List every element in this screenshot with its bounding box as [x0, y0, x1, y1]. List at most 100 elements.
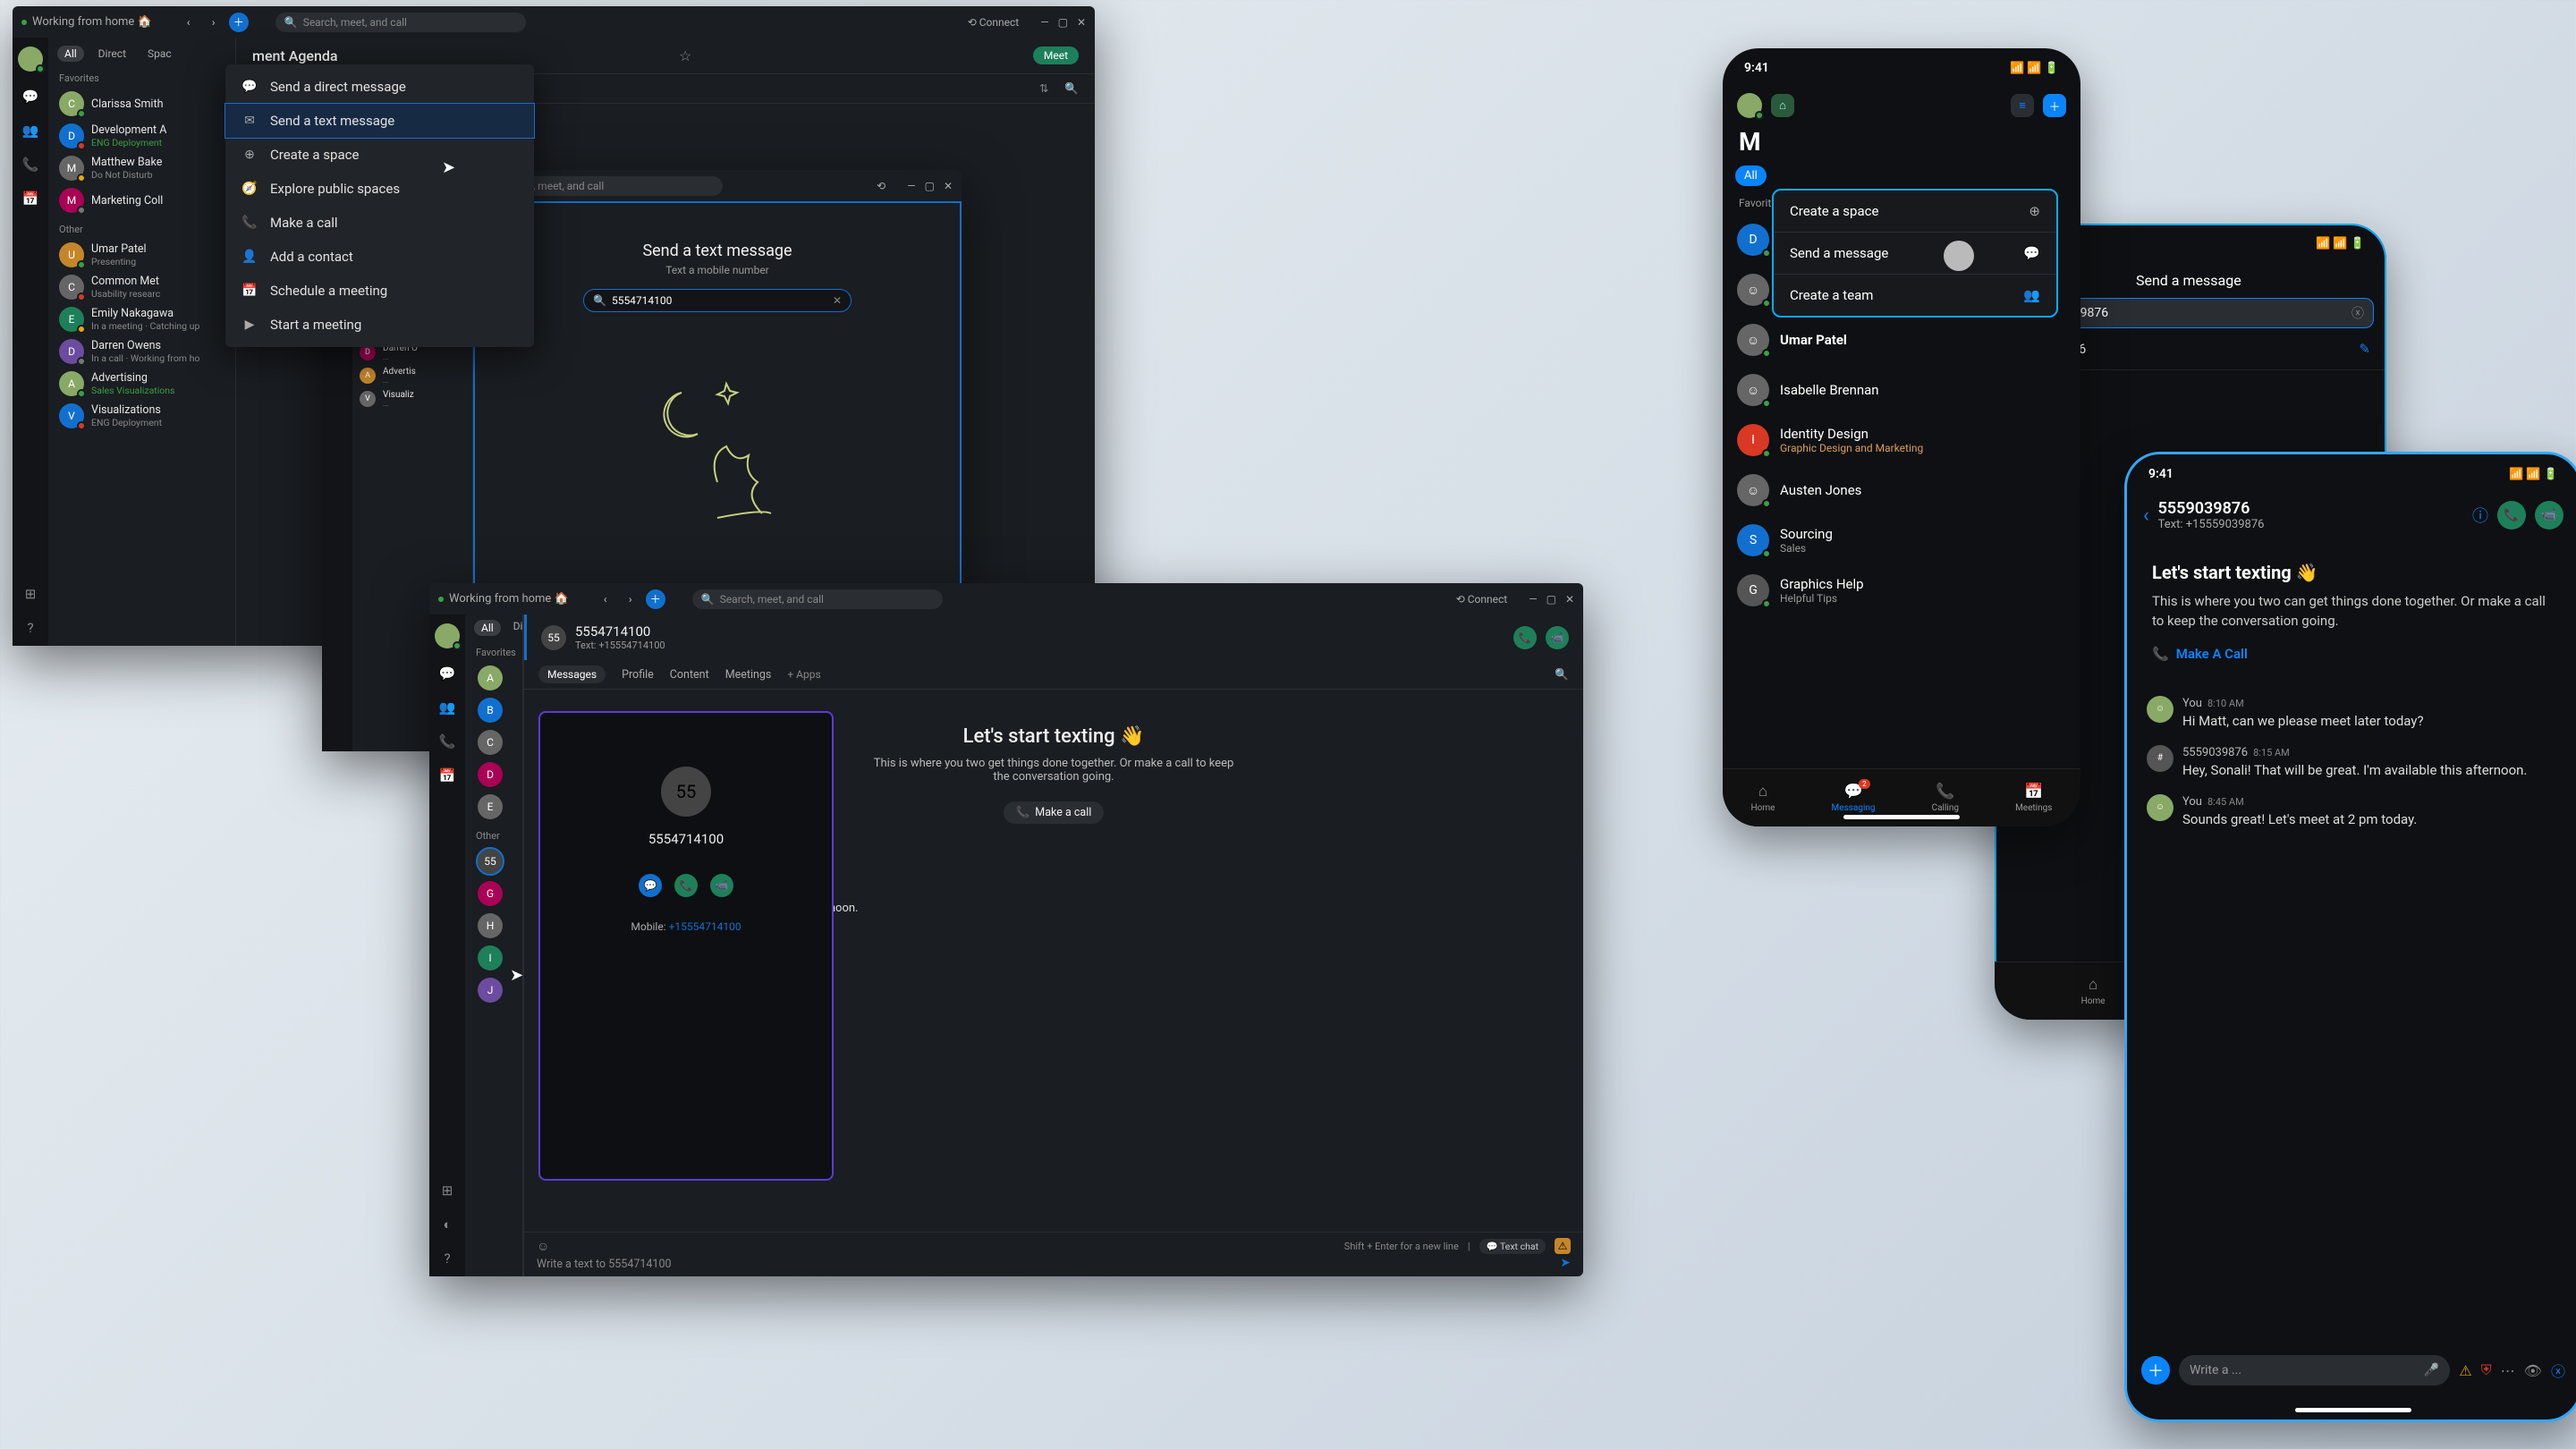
tab-messages[interactable]: Messages	[538, 665, 606, 683]
sidebar-item[interactable]: DDarren OwensIn a call · Working from ho	[48, 335, 235, 368]
sidebar-item[interactable]: MMatthew BakeDo Not Disturb	[48, 152, 235, 184]
hover-mobile-link[interactable]: +15554714100	[669, 920, 741, 933]
tab-meetings[interactable]: Meetings	[725, 668, 772, 682]
plus-menu-item[interactable]: 📅Schedule a meeting	[225, 274, 534, 308]
filter-all[interactable]: All	[1735, 165, 1767, 186]
plus-overlay-item[interactable]: Send a message💬	[1774, 233, 2056, 275]
plus-menu-item[interactable]: 📞Make a call	[225, 206, 534, 240]
plus-menu-item[interactable]: ✉Send a text message	[225, 104, 534, 138]
text-chat-chip[interactable]: 💬 Text chat	[1479, 1239, 1546, 1254]
phone-number-input[interactable]: 🔍 5554714100✕	[583, 289, 852, 312]
filter-all[interactable]: All	[57, 46, 84, 62]
list-item[interactable]: ☺Umar Patel	[1723, 315, 2080, 365]
rail-calling-icon[interactable]: 📞	[21, 156, 39, 174]
plus-menu-item[interactable]: 🧭Explore public spaces	[225, 172, 534, 206]
sidebar-item[interactable]: AAdvertisingSales Visualizations	[48, 368, 235, 400]
meet-button[interactable]: Meet	[1033, 47, 1079, 64]
sidebar-avatar[interactable]: D	[478, 762, 503, 787]
tab-calling[interactable]: 📞Calling	[1932, 783, 1959, 813]
compose-input[interactable]: Write a ...🎤	[2179, 1355, 2450, 1385]
alert-icon[interactable]: ⚠	[1555, 1238, 1571, 1254]
hover-audio-button[interactable]: 📞	[674, 874, 698, 897]
list-item[interactable]: ☺Austen Jones	[1723, 465, 2080, 515]
back-icon[interactable]: ‹	[2143, 504, 2149, 527]
compose-input[interactable]: Write a text to 5554714100	[537, 1258, 672, 1271]
sidebar-avatar[interactable]: I	[478, 945, 503, 970]
mic-icon[interactable]: 🎤	[2424, 1363, 2439, 1377]
tab-profile[interactable]: Profile	[622, 668, 654, 682]
sidebar-avatar[interactable]: H	[478, 913, 503, 938]
close-composer-icon[interactable]: ⓧ	[2551, 1360, 2565, 1381]
window-max-icon[interactable]: ▢	[1058, 16, 1068, 29]
sidebar-item[interactable]: DDevelopment AENG Deployment	[48, 120, 235, 152]
sidebar-avatar[interactable]: G	[478, 881, 503, 906]
filter-icon[interactable]: ⇅	[1039, 81, 1048, 96]
window-min-icon[interactable]: —	[1040, 16, 1048, 29]
sidebar-item[interactable]: UUmar PatelPresenting	[48, 239, 235, 271]
filter-all[interactable]: All	[474, 620, 501, 636]
hide-icon[interactable]: 👁	[2524, 1362, 2542, 1379]
add-apps-button[interactable]: + Apps	[787, 668, 820, 681]
plus-menu-item[interactable]: ⊕Create a space	[225, 138, 534, 172]
nav-fwd-icon[interactable]: ›	[204, 13, 224, 32]
emoji-icon[interactable]: ☺	[537, 1239, 549, 1254]
sidebar-item[interactable]: CCommon MetUsability researc	[48, 271, 235, 303]
status-chip[interactable]: ⌂	[1771, 94, 1794, 117]
plus-overlay-item[interactable]: Create a team👥	[1774, 275, 2056, 316]
filter-icon[interactable]: ≡	[2011, 94, 2034, 117]
tab-home[interactable]: ⌂Home	[1751, 783, 1775, 813]
filter-spaces[interactable]: Spac	[140, 46, 179, 62]
plus-menu-item[interactable]: 💬Send a direct message	[225, 70, 534, 104]
rail-help-icon[interactable]: ?	[21, 619, 39, 637]
sidebar-avatar[interactable]: C	[478, 730, 503, 755]
sidebar-avatar[interactable]: J	[478, 978, 503, 1003]
plus-menu-item[interactable]: ▶Start a meeting	[225, 308, 534, 342]
rail-messaging-icon[interactable]: 💬	[21, 88, 39, 106]
sidebar-avatar[interactable]: A	[478, 665, 503, 691]
sidebar-avatar[interactable]: E	[478, 794, 503, 819]
rail-meetings-icon[interactable]: 📅	[21, 190, 39, 208]
audio-call-button[interactable]: 📞	[2497, 501, 2526, 530]
sidebar-item[interactable]: MMarketing Coll	[48, 184, 235, 216]
self-avatar[interactable]	[1737, 93, 1762, 118]
contact-avatar[interactable]: 55	[541, 625, 566, 650]
shield-icon[interactable]: ⛨	[2481, 1361, 2492, 1379]
sidebar-item[interactable]: VVisualizationsENG Deployment	[48, 400, 235, 432]
local-search-icon[interactable]: 🔍	[1064, 82, 1079, 96]
send-icon[interactable]: ➤	[1560, 1256, 1571, 1270]
warn-icon[interactable]: ⚠	[2459, 1362, 2471, 1379]
self-avatar[interactable]	[18, 47, 43, 72]
bits-icon[interactable]: ⋯	[2501, 1362, 2515, 1379]
plus-menu-item[interactable]: 👤Add a contact	[225, 240, 534, 274]
window-close-icon[interactable]: ✕	[1077, 16, 1086, 29]
local-search-icon[interactable]: 🔍	[1555, 668, 1569, 682]
list-item[interactable]: SSourcingSales	[1723, 515, 2080, 565]
new-message-icon[interactable]: ✎	[2359, 341, 2370, 357]
sidebar-avatar[interactable]: 55	[478, 849, 503, 874]
global-search-input[interactable]: 🔍 Search, meet, and call	[692, 589, 943, 609]
filter-direct[interactable]: Direct	[91, 46, 133, 62]
tab-content[interactable]: Content	[670, 668, 709, 682]
tab-messaging[interactable]: 💬2Messaging	[1832, 783, 1876, 813]
video-call-button[interactable]: 📹	[2535, 501, 2563, 530]
audio-call-button[interactable]: 📞	[1513, 626, 1537, 649]
sidebar-item[interactable]: CClarissa Smith	[48, 88, 235, 120]
make-call-button[interactable]: 📞 Make a call	[1004, 801, 1105, 824]
presence-status[interactable]: Working from home 🏠	[21, 15, 152, 29]
sidebar-item[interactable]: EEmily NakagawaIn a meeting · Catching u…	[48, 303, 235, 335]
clear-icon[interactable]: ✕	[833, 294, 842, 307]
info-icon[interactable]: ⓘ	[2472, 504, 2488, 527]
list-item[interactable]: IIdentity DesignGraphic Design and Marke…	[1723, 415, 2080, 465]
list-item[interactable]: ☺Isabelle Brennan	[1723, 365, 2080, 415]
tab-meetings[interactable]: 📅Meetings	[2015, 783, 2052, 813]
make-call-button[interactable]: 📞 Make A Call	[2152, 646, 2555, 662]
sidebar-avatar[interactable]: B	[478, 698, 503, 723]
rail-teams-icon[interactable]: 👥	[21, 122, 39, 140]
attach-button[interactable]: ＋	[2141, 1356, 2170, 1385]
connect-link[interactable]: ⟲ Connect	[968, 16, 1020, 29]
plus-button[interactable]: ＋	[2043, 94, 2066, 117]
star-icon[interactable]: ☆	[679, 47, 691, 64]
list-item[interactable]: GGraphics HelpHelpful Tips	[1723, 565, 2080, 615]
rail-apps-icon[interactable]: ⊞	[21, 585, 39, 603]
plus-overlay-item[interactable]: Create a space⊕	[1774, 191, 2056, 233]
